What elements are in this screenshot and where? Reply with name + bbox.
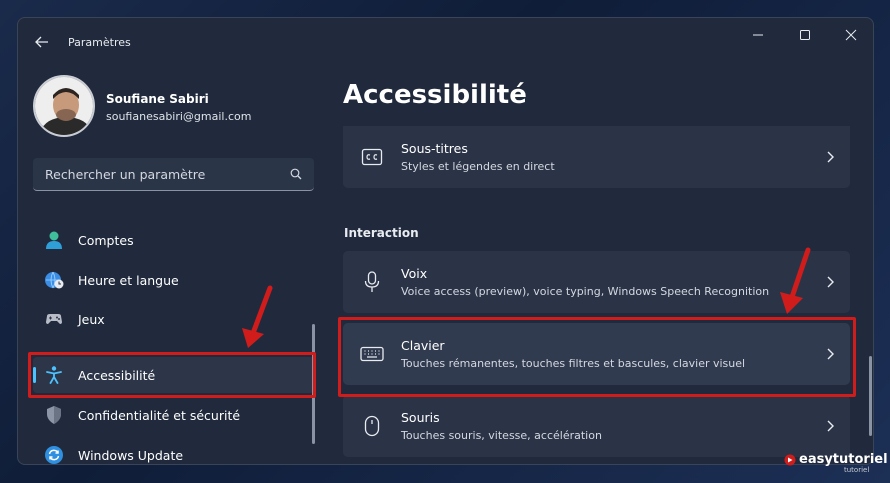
sidebar-item-accessibilite[interactable]: Accessibilité [33,357,314,393]
user-photo-icon [35,77,93,135]
search-placeholder: Rechercher un paramètre [45,166,206,182]
accessibility-icon [43,364,65,386]
captions-icon [357,142,387,172]
card-clavier[interactable]: Clavier Touches rémanentes, touches filt… [343,323,850,385]
sidebar-item-label: Confidentialité et sécurité [78,407,241,423]
user-email: soufianesabiri@gmail.com [106,110,252,123]
sidebar-item-label: Accessibilité [78,367,156,383]
main-scrollbar[interactable] [869,356,872,436]
microphone-icon [357,267,387,297]
card-souris[interactable]: Souris Touches souris, vitesse, accéléra… [343,395,850,457]
shield-icon [43,404,65,426]
sidebar-item-label: Windows Update [78,447,184,463]
card-subtitle: Styles et légendes en direct [401,160,555,173]
watermark: easytutoriel tutoriel [784,452,888,474]
person-icon [43,229,65,251]
sidebar-item-heure-langue[interactable]: Heure et langue [33,262,314,298]
active-indicator [33,367,36,383]
keyboard-icon [357,339,387,369]
chevron-right-icon [810,276,850,288]
sidebar-item-label: Comptes [78,232,134,248]
minimize-icon [753,34,763,36]
update-icon [43,444,65,464]
card-sous-titres[interactable]: Sous-titres Styles et légendes en direct [343,126,850,188]
card-voix[interactable]: Voix Voice access (preview), voice typin… [343,251,850,313]
search-input[interactable]: Rechercher un paramètre [33,158,314,191]
chevron-right-icon [810,151,850,163]
card-title: Clavier [401,338,445,353]
back-arrow-icon [35,36,48,48]
sidebar-item-jeux[interactable]: Jeux [33,301,314,337]
sidebar: Soufiane Sabiri soufianesabiri@gmail.com… [18,66,328,464]
sidebar-item-label: Jeux [78,311,105,327]
section-label-interaction: Interaction [344,226,419,240]
sidebar-item-label: Heure et langue [78,272,179,288]
main-content: Accessibilité Sous-titres Styles et lége… [328,66,873,464]
close-button[interactable] [828,18,873,52]
maximize-icon [800,30,810,40]
card-title: Voix [401,266,428,281]
logo-icon [784,454,796,465]
avatar[interactable] [33,75,95,137]
app-title: Paramètres [68,36,131,49]
chevron-right-icon [810,420,850,432]
card-title: Souris [401,410,440,425]
search-icon [290,168,302,180]
sidebar-item-comptes[interactable]: Comptes [33,222,314,258]
card-subtitle: Touches souris, vitesse, accélération [401,429,602,442]
minimize-button[interactable] [735,18,781,52]
watermark-text: easytutoriel [799,452,888,467]
watermark-sub: tutoriel [844,466,870,474]
sidebar-item-windows-update[interactable]: Windows Update [33,437,314,464]
close-icon [845,29,857,41]
sidebar-item-confidentialite[interactable]: Confidentialité et sécurité [33,397,314,433]
card-title: Sous-titres [401,141,468,156]
mouse-icon [357,411,387,441]
gamepad-icon [43,308,65,330]
back-button[interactable] [30,30,54,54]
title-bar: Paramètres [18,18,873,66]
chevron-right-icon [810,348,850,360]
card-subtitle: Voice access (preview), voice typing, Wi… [401,285,770,298]
user-name: Soufiane Sabiri [106,92,209,106]
card-subtitle: Touches rémanentes, touches filtres et b… [401,357,746,370]
settings-window: Paramètres Soufiane Sabiri soufianesabir… [17,17,874,465]
globe-clock-icon [43,269,65,291]
sidebar-scrollbar[interactable] [312,324,315,444]
maximize-button[interactable] [782,18,828,52]
page-title: Accessibilité [343,80,527,110]
